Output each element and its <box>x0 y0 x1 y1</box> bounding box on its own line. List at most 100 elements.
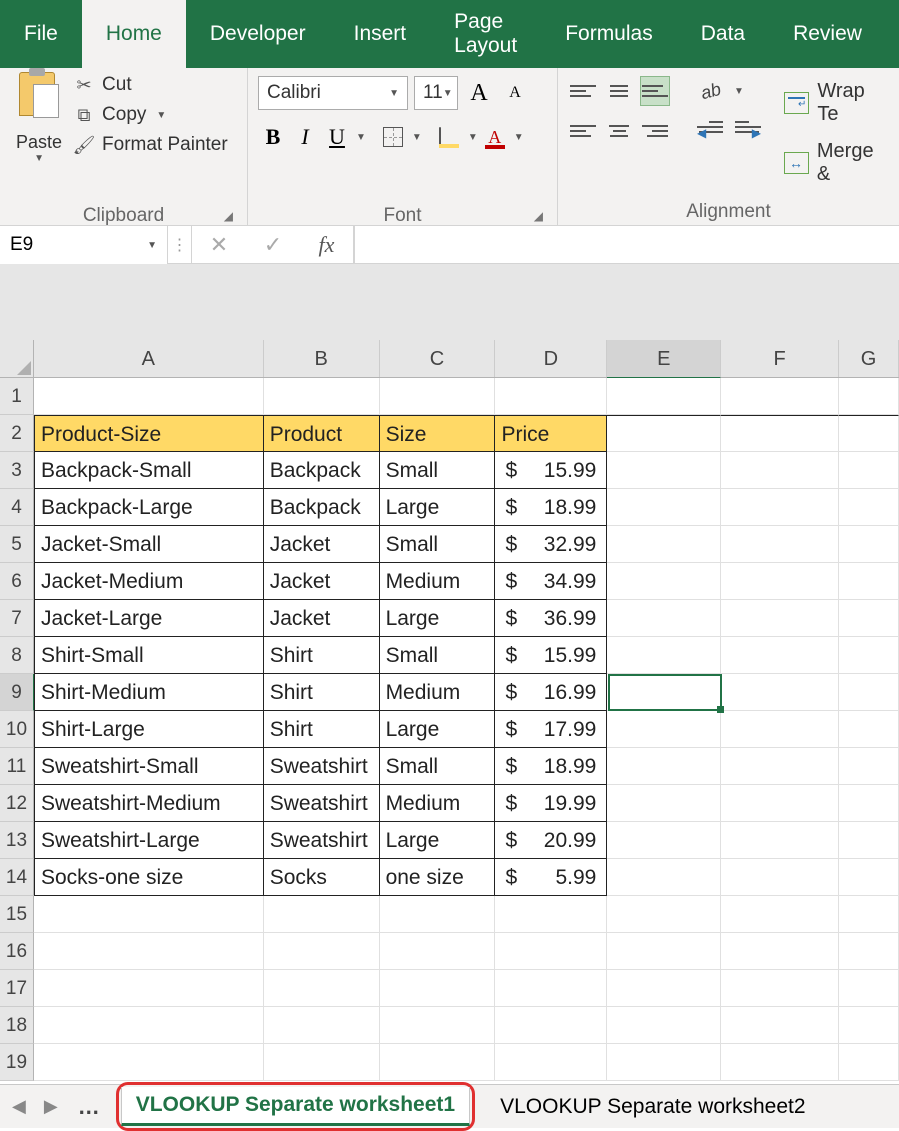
cell-G2[interactable] <box>839 415 899 452</box>
cell-B4[interactable]: Backpack <box>264 489 380 526</box>
cell-E13[interactable] <box>607 822 721 859</box>
insert-function-button[interactable]: fx <box>300 226 354 264</box>
sheet-nav-prev[interactable]: ◀ <box>8 1096 30 1117</box>
cell-B2[interactable]: Product <box>264 415 380 452</box>
cell-C7[interactable]: Large <box>380 600 496 637</box>
paste-button[interactable]: Paste ▼ <box>10 72 68 164</box>
cell-B13[interactable]: Sweatshirt <box>264 822 380 859</box>
row-header-1[interactable]: 1 <box>0 378 34 415</box>
cell-A18[interactable] <box>34 1007 264 1044</box>
cell-A9[interactable]: Shirt-Medium <box>34 674 264 711</box>
cell-C6[interactable]: Medium <box>380 563 496 600</box>
align-top-button[interactable] <box>568 76 598 106</box>
cell-B6[interactable]: Jacket <box>264 563 380 600</box>
column-header-B[interactable]: B <box>264 340 380 377</box>
cell-G16[interactable] <box>839 933 899 970</box>
cell-G8[interactable] <box>839 637 899 674</box>
cell-B9[interactable]: Shirt <box>264 674 380 711</box>
cell-D3[interactable]: $15.99 <box>495 452 607 489</box>
align-bottom-button[interactable] <box>640 76 670 106</box>
cell-E18[interactable] <box>607 1007 721 1044</box>
cell-E9[interactable] <box>607 674 721 711</box>
cell-F13[interactable] <box>721 822 839 859</box>
sheet-list-button[interactable]: … <box>72 1094 106 1120</box>
tab-developer[interactable]: Developer <box>186 0 330 68</box>
cell-B8[interactable]: Shirt <box>264 637 380 674</box>
row-header-10[interactable]: 10 <box>0 711 34 748</box>
align-center-button[interactable] <box>604 116 634 146</box>
cell-D6[interactable]: $34.99 <box>495 563 607 600</box>
cell-B5[interactable]: Jacket <box>264 526 380 563</box>
cell-G19[interactable] <box>839 1044 899 1081</box>
cell-E19[interactable] <box>607 1044 721 1081</box>
row-header-5[interactable]: 5 <box>0 526 34 563</box>
sheet-tab-other[interactable]: VLOOKUP Separate worksheet2 <box>485 1088 820 1126</box>
paste-dropdown-caret[interactable]: ▼ <box>34 153 44 164</box>
orientation-button[interactable]: ab <box>696 76 726 106</box>
cell-F15[interactable] <box>721 896 839 933</box>
cell-A5[interactable]: Jacket-Small <box>34 526 264 563</box>
cell-A2[interactable]: Product-Size <box>34 415 264 452</box>
cell-D5[interactable]: $32.99 <box>495 526 607 563</box>
cell-D12[interactable]: $19.99 <box>495 785 607 822</box>
cell-E17[interactable] <box>607 970 721 1007</box>
cut-button[interactable]: ✂ Cut <box>74 74 228 96</box>
cell-G18[interactable] <box>839 1007 899 1044</box>
cell-B3[interactable]: Backpack <box>264 452 380 489</box>
cell-G1[interactable] <box>839 378 899 415</box>
cell-A19[interactable] <box>34 1044 264 1081</box>
spreadsheet-grid[interactable]: A B C D E F G 12Product-SizeProductSizeP… <box>0 340 899 1084</box>
increase-font-size-button[interactable]: A <box>464 78 494 108</box>
cell-A16[interactable] <box>34 933 264 970</box>
column-header-C[interactable]: C <box>380 340 496 377</box>
tab-data[interactable]: Data <box>677 0 769 68</box>
cell-D10[interactable]: $17.99 <box>495 711 607 748</box>
cell-D14[interactable]: $5.99 <box>495 859 607 896</box>
column-header-F[interactable]: F <box>721 340 839 377</box>
column-header-A[interactable]: A <box>34 340 264 377</box>
cell-A8[interactable]: Shirt-Small <box>34 637 264 674</box>
column-header-E[interactable]: E <box>607 340 721 378</box>
cell-F12[interactable] <box>721 785 839 822</box>
cell-B7[interactable]: Jacket <box>264 600 380 637</box>
font-launcher-icon[interactable]: ◢ <box>258 209 543 223</box>
clipboard-launcher-icon[interactable]: ◢ <box>10 209 233 223</box>
cell-G5[interactable] <box>839 526 899 563</box>
cell-C2[interactable]: Size <box>380 415 496 452</box>
cell-C9[interactable]: Medium <box>380 674 496 711</box>
formula-input[interactable] <box>354 226 899 263</box>
cell-B19[interactable] <box>264 1044 380 1081</box>
font-color-dropdown-caret[interactable]: ▼ <box>514 132 524 143</box>
cell-E3[interactable] <box>607 452 721 489</box>
tab-formulas[interactable]: Formulas <box>541 0 677 68</box>
cell-G4[interactable] <box>839 489 899 526</box>
cell-C16[interactable] <box>380 933 496 970</box>
cell-F18[interactable] <box>721 1007 839 1044</box>
cell-A3[interactable]: Backpack-Small <box>34 452 264 489</box>
cell-G10[interactable] <box>839 711 899 748</box>
cell-C19[interactable] <box>380 1044 496 1081</box>
row-header-7[interactable]: 7 <box>0 600 34 637</box>
cell-E12[interactable] <box>607 785 721 822</box>
underline-button[interactable]: U <box>322 122 352 152</box>
font-color-button[interactable]: A <box>480 122 510 152</box>
cell-D16[interactable] <box>495 933 607 970</box>
cell-B11[interactable]: Sweatshirt <box>264 748 380 785</box>
cell-D13[interactable]: $20.99 <box>495 822 607 859</box>
row-header-18[interactable]: 18 <box>0 1007 34 1044</box>
cell-E11[interactable] <box>607 748 721 785</box>
cell-F1[interactable] <box>721 378 839 415</box>
cell-B12[interactable]: Sweatshirt <box>264 785 380 822</box>
cancel-formula-button[interactable]: ✕ <box>192 226 246 264</box>
cell-B18[interactable] <box>264 1007 380 1044</box>
cell-G14[interactable] <box>839 859 899 896</box>
cell-E4[interactable] <box>607 489 721 526</box>
row-header-6[interactable]: 6 <box>0 563 34 600</box>
cell-F16[interactable] <box>721 933 839 970</box>
row-header-2[interactable]: 2 <box>0 415 34 452</box>
decrease-indent-button[interactable]: ◀ <box>696 116 726 146</box>
cell-C13[interactable]: Large <box>380 822 496 859</box>
row-header-16[interactable]: 16 <box>0 933 34 970</box>
cell-F17[interactable] <box>721 970 839 1007</box>
borders-dropdown-caret[interactable]: ▼ <box>412 132 422 143</box>
